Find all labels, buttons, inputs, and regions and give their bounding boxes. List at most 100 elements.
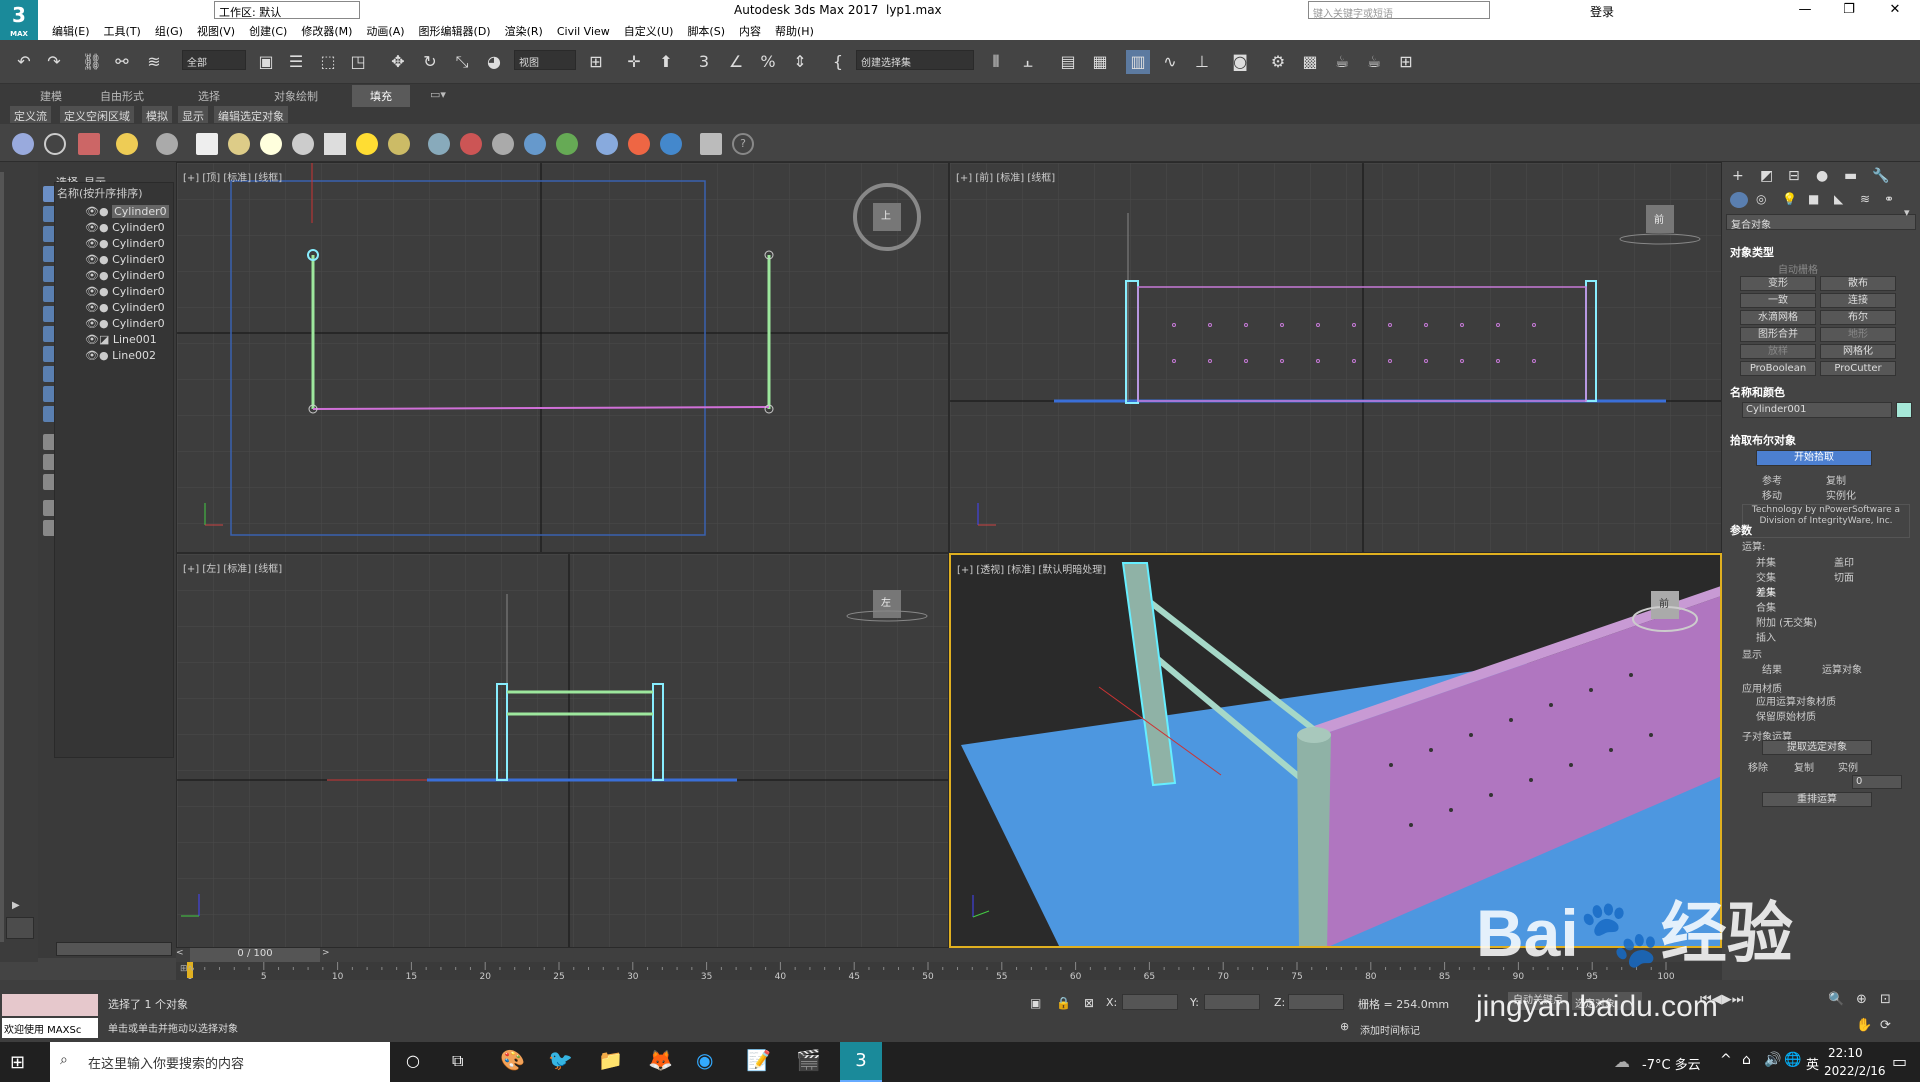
keyboard-shortcut-icon[interactable]: ⬆	[654, 50, 678, 74]
plane-icon[interactable]	[196, 133, 218, 155]
reference-coord[interactable]: 视图	[514, 50, 576, 70]
render-frame-icon[interactable]	[78, 133, 100, 155]
camera-icon[interactable]	[156, 133, 178, 155]
lock-icon[interactable]: 🔒	[1056, 996, 1071, 1010]
select-by-name-icon[interactable]: ☰	[284, 50, 308, 74]
helpers-icon[interactable]: ◣	[1834, 192, 1843, 206]
menu-help[interactable]: 帮助(H)	[768, 20, 821, 39]
material-map-icon[interactable]	[628, 133, 650, 155]
a360-icon[interactable]: ⊞	[1394, 50, 1418, 74]
network-icon[interactable]: ⌂	[1742, 1052, 1751, 1068]
layer-explorer-icon[interactable]: ▤	[1056, 50, 1080, 74]
scene-explorer-icon[interactable]: ▥	[1126, 50, 1150, 74]
volume-icon[interactable]: 🔊	[1764, 1052, 1781, 1068]
rendered-frame-icon[interactable]: ▩	[1298, 50, 1322, 74]
sky-icon[interactable]	[388, 133, 410, 155]
category-dropdown[interactable]: 复合对象	[1726, 214, 1916, 231]
material-keep-radio[interactable]: 保留原始材质	[1756, 708, 1816, 723]
subtab-simulate[interactable]: 模拟	[142, 106, 172, 123]
placement-icon[interactable]: ◕	[482, 50, 506, 74]
nav-zoom-extents-icon[interactable]: ⊡	[1880, 992, 1891, 1007]
spacewarps-icon[interactable]: ≋	[1860, 192, 1870, 206]
grass-icon[interactable]	[556, 133, 578, 155]
isolate-icon[interactable]: ▣	[1030, 996, 1041, 1010]
menu-customize[interactable]: 自定义(U)	[617, 20, 681, 39]
move-icon[interactable]: ✥	[386, 50, 410, 74]
op-intersect-radio[interactable]: 交集	[1756, 569, 1776, 584]
menu-tools[interactable]: 工具(T)	[97, 20, 148, 39]
minimize-icon[interactable]: —	[1782, 0, 1828, 20]
3dsmax-task-icon[interactable]: 3	[840, 1042, 882, 1082]
angle-snap-icon[interactable]: ∠	[724, 50, 748, 74]
scale-icon[interactable]: ⤡	[450, 50, 474, 74]
pick-reference-radio[interactable]: 参考	[1762, 472, 1782, 487]
search-input[interactable]: 键入关键字或短语	[1308, 1, 1490, 20]
setkey-filter[interactable]: 选定对象	[1572, 992, 1642, 1010]
named-selection-set[interactable]: 创建选择集	[856, 50, 974, 70]
list-item[interactable]: 👁● Cylinder0	[85, 205, 169, 218]
network-icon[interactable]	[492, 133, 514, 155]
pivot-icon[interactable]: ⊞	[584, 50, 608, 74]
geometry-icon[interactable]	[1730, 192, 1748, 208]
rollout-object-type[interactable]: 对象类型	[1730, 244, 1774, 260]
blobmesh-button[interactable]: 水滴网格	[1740, 310, 1816, 325]
edit-named-sel-icon[interactable]: {	[826, 50, 850, 74]
op-insert-radio[interactable]: 插入	[1756, 629, 1776, 644]
cone-icon[interactable]	[324, 133, 346, 155]
scene-scrollbar[interactable]	[56, 942, 172, 956]
menu-content[interactable]: 内容	[732, 20, 768, 39]
terrain-button[interactable]: 地形	[1820, 327, 1896, 342]
paint-app-icon[interactable]: 🎨	[500, 1048, 525, 1072]
lights-icon[interactable]: 💡	[1782, 192, 1797, 206]
menu-rendering[interactable]: 渲染(R)	[498, 20, 550, 39]
sphere-icon[interactable]	[260, 133, 282, 155]
sun-icon[interactable]	[356, 133, 378, 155]
list-item[interactable]: 👁● Cylinder0	[85, 237, 165, 250]
viewport-label-top[interactable]: [+] [顶] [标准] [线框]	[183, 169, 282, 184]
shapes-icon[interactable]: ◎	[1756, 192, 1766, 206]
render-iterative-icon[interactable]: ☕	[1362, 50, 1386, 74]
expand-arrow-icon[interactable]: ▶	[12, 900, 20, 911]
pick-copy-radio[interactable]: 复制	[1826, 472, 1846, 487]
pick-instance-radio[interactable]: 实例化	[1826, 487, 1856, 502]
material-apply-radio[interactable]: 应用运算对象材质	[1756, 693, 1836, 708]
percent-snap-icon[interactable]: %	[756, 50, 780, 74]
viewcube-persp[interactable]: 前	[1659, 595, 1669, 610]
spinner-snap-icon[interactable]: ⇕	[788, 50, 812, 74]
shapemerge-button[interactable]: 图形合并	[1740, 327, 1816, 342]
schematic-view-icon[interactable]: ⊥	[1190, 50, 1214, 74]
playback-controls-icon[interactable]: ⏮◀▶⏭	[1700, 992, 1743, 1007]
windows-start-icon[interactable]: ⊞	[10, 1052, 25, 1073]
absolute-mode-icon[interactable]: ⊠	[1084, 996, 1094, 1010]
app-icon-2[interactable]: 🐦	[548, 1048, 573, 1072]
subtab-edit-selected[interactable]: 编辑选定对象	[214, 106, 288, 123]
max-logo[interactable]: 3 MAX	[0, 0, 38, 40]
nav-zoom-icon[interactable]: 🔍	[1828, 992, 1844, 1007]
ime-lang[interactable]: 英	[1806, 1054, 1819, 1073]
molecule-icon[interactable]	[460, 133, 482, 155]
task-view-icon[interactable]: ⧉	[452, 1051, 463, 1071]
timeline-ruler[interactable]: 0510152025303540455055606570758085909510…	[176, 962, 1722, 980]
viewcube-left[interactable]: 左	[881, 594, 891, 609]
maxscript-mini-listener[interactable]: 欢迎使用 MAXSc	[2, 1018, 98, 1038]
motion-tab-icon[interactable]: ●	[1816, 168, 1828, 184]
boolean-button[interactable]: 布尔	[1820, 310, 1896, 325]
bind-spacewarp-icon[interactable]: ≋	[142, 50, 166, 74]
rollout-pick-boolean[interactable]: 拾取布尔对象	[1730, 432, 1796, 448]
menu-animation[interactable]: 动画(A)	[359, 20, 411, 39]
select-object-icon[interactable]: ▣	[254, 50, 278, 74]
time-slider-next-icon[interactable]: >	[322, 948, 334, 962]
tab-populate[interactable]: 填充	[352, 85, 410, 107]
menu-modifiers[interactable]: 修改器(M)	[294, 20, 359, 39]
workspace-select[interactable]: 工作区: 默认	[214, 1, 360, 19]
scene-column-header[interactable]: 名称(按升序排序)	[57, 185, 143, 201]
hierarchy-tab-icon[interactable]: ⊟	[1788, 168, 1800, 184]
connect-button[interactable]: 连接	[1820, 293, 1896, 308]
viewport-label-persp[interactable]: [+] [透视] [标准] [默认明暗处理]	[957, 561, 1106, 576]
cloud-icon[interactable]	[44, 133, 66, 155]
create-tab-icon[interactable]: +	[1732, 168, 1744, 184]
particles-icon[interactable]	[428, 133, 450, 155]
viewcube-front[interactable]: 前	[1654, 211, 1664, 226]
display-tab-icon[interactable]: ▬	[1844, 168, 1857, 184]
systems-icon[interactable]: ⚭	[1884, 192, 1894, 206]
